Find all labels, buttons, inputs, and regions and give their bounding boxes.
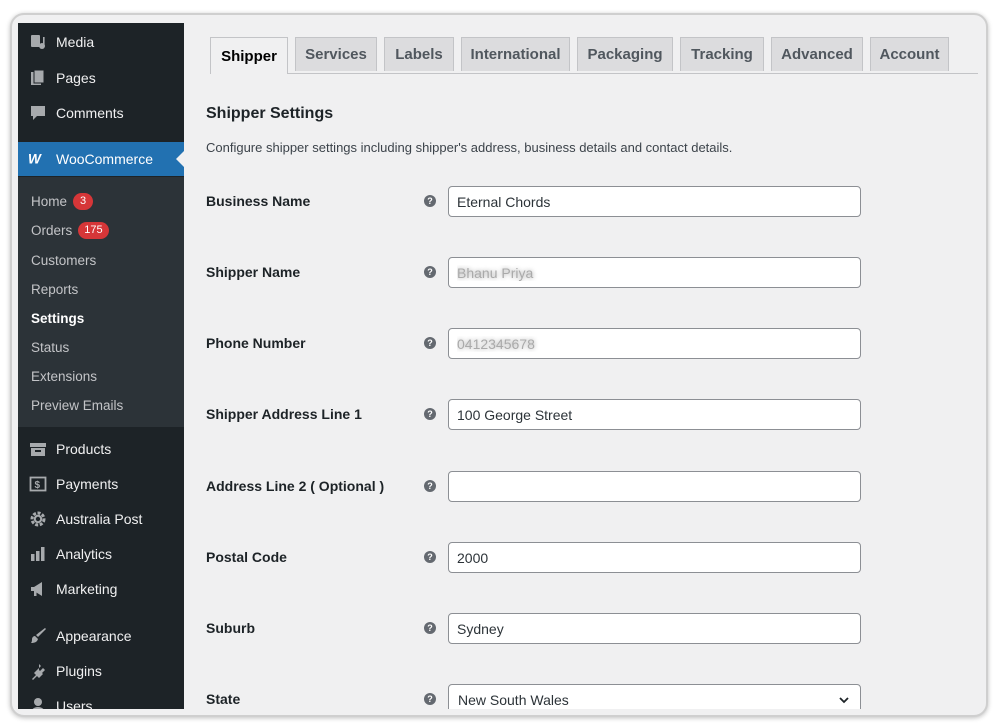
payments-icon: $	[28, 474, 48, 494]
plugin-icon	[28, 661, 48, 681]
menu-label: Analytics	[56, 546, 113, 562]
state-select[interactable]: New South Wales	[448, 684, 861, 709]
suburb-input[interactable]	[448, 613, 861, 644]
section-description: Configure shipper settings including shi…	[206, 140, 733, 155]
menu-label: Pages	[56, 70, 96, 86]
paintbrush-icon	[28, 626, 48, 646]
submenu-item-settings[interactable]: Settings	[31, 307, 84, 329]
field-label-phone-number: Phone Number	[206, 335, 306, 351]
state-select-value: New South Wales	[458, 692, 569, 708]
help-icon[interactable]: ?	[424, 693, 436, 705]
address-line-1-input[interactable]	[448, 399, 861, 430]
field-label-suburb: Suburb	[206, 620, 255, 636]
comments-icon	[28, 103, 48, 123]
help-icon[interactable]: ?	[424, 480, 436, 492]
submenu-item-customers[interactable]: Customers	[31, 249, 96, 271]
chevron-down-icon	[839, 697, 849, 704]
field-label-address-line-2: Address Line 2 ( Optional )	[206, 478, 385, 494]
phone-number-input[interactable]	[448, 328, 861, 359]
help-icon[interactable]: ?	[424, 266, 436, 278]
settings-tabs: Shipper Services Labels International Pa…	[210, 37, 978, 74]
menu-label: Plugins	[56, 663, 102, 679]
menu-label: Comments	[56, 105, 124, 121]
submenu-label: Orders	[31, 222, 73, 238]
section-title: Shipper Settings	[206, 105, 334, 122]
business-name-input[interactable]	[448, 186, 861, 217]
tab-advanced[interactable]: Advanced	[771, 37, 863, 71]
screenshot-frame: Media Pages Comments W WooCommerce Home …	[10, 13, 988, 717]
field-label-business-name: Business Name	[206, 193, 311, 209]
submenu-item-orders[interactable]: Orders 175	[31, 219, 109, 241]
tab-services[interactable]: Services	[295, 37, 377, 71]
menu-label: Media	[56, 34, 95, 50]
menu-item-australia-post[interactable]: Australia Post	[18, 502, 184, 536]
field-label-state: State	[206, 691, 241, 707]
menu-item-comments[interactable]: Comments	[18, 96, 184, 130]
field-label-address-line-1: Shipper Address Line 1	[206, 406, 362, 422]
menu-item-marketing[interactable]: Marketing	[18, 572, 184, 606]
products-icon	[28, 439, 48, 459]
tab-international[interactable]: International	[461, 37, 570, 71]
menu-label: Appearance	[56, 628, 132, 644]
user-icon	[28, 696, 48, 709]
menu-item-users[interactable]: Users	[18, 689, 184, 709]
menu-label: Australia Post	[56, 511, 143, 527]
menu-item-pages[interactable]: Pages	[18, 61, 184, 95]
tab-account[interactable]: Account	[870, 37, 949, 71]
menu-label: WooCommerce	[56, 151, 153, 167]
menu-label: Payments	[56, 476, 119, 492]
submenu-item-extensions[interactable]: Extensions	[31, 365, 97, 387]
address-line-2-input[interactable]	[448, 471, 861, 502]
menu-label: Users	[56, 698, 93, 709]
tab-packaging[interactable]: Packaging	[577, 37, 673, 71]
tab-tracking[interactable]: Tracking	[680, 37, 764, 71]
help-icon[interactable]: ?	[424, 408, 436, 420]
submenu-item-reports[interactable]: Reports	[31, 278, 78, 300]
woocommerce-submenu: Home 3 Orders 175 Customers Reports Sett…	[18, 177, 184, 427]
menu-label: Marketing	[56, 581, 118, 597]
help-icon[interactable]: ?	[424, 337, 436, 349]
admin-sidebar: Media Pages Comments W WooCommerce Home …	[18, 23, 184, 709]
help-icon[interactable]: ?	[424, 195, 436, 207]
help-icon[interactable]: ?	[424, 551, 436, 563]
notification-badge: 175	[78, 221, 109, 239]
menu-item-appearance[interactable]: Appearance	[18, 619, 184, 653]
menu-item-media[interactable]: Media	[18, 25, 184, 59]
menu-label: Products	[56, 441, 112, 457]
field-label-shipper-name: Shipper Name	[206, 264, 301, 280]
shipper-name-input[interactable]	[448, 257, 861, 288]
pages-icon	[28, 68, 48, 88]
active-indicator-arrow	[176, 151, 184, 167]
menu-item-woocommerce[interactable]: W WooCommerce	[18, 142, 184, 176]
tab-labels[interactable]: Labels	[384, 37, 454, 71]
menu-item-payments[interactable]: $ Payments	[18, 467, 184, 501]
submenu-label: Home	[31, 193, 68, 209]
menu-item-analytics[interactable]: Analytics	[18, 537, 184, 571]
tab-shipper[interactable]: Shipper	[210, 37, 288, 74]
media-icon	[28, 32, 48, 52]
settings-content: Shipper Services Labels International Pa…	[184, 23, 978, 709]
submenu-item-status[interactable]: Status	[31, 336, 69, 358]
woocommerce-icon: W	[28, 149, 48, 169]
gear-icon	[28, 509, 48, 529]
submenu-item-home[interactable]: Home 3	[31, 190, 94, 212]
megaphone-icon	[28, 579, 48, 599]
postal-code-input[interactable]	[448, 542, 861, 573]
menu-item-plugins[interactable]: Plugins	[18, 654, 184, 688]
menu-item-products[interactable]: Products	[18, 432, 184, 466]
field-label-postal-code: Postal Code	[206, 549, 287, 565]
svg-text:W: W	[28, 152, 42, 166]
analytics-icon	[28, 544, 48, 564]
svg-text:$: $	[35, 480, 41, 491]
help-icon[interactable]: ?	[424, 622, 436, 634]
submenu-item-preview-emails[interactable]: Preview Emails	[31, 394, 123, 416]
notification-badge: 3	[73, 192, 94, 210]
